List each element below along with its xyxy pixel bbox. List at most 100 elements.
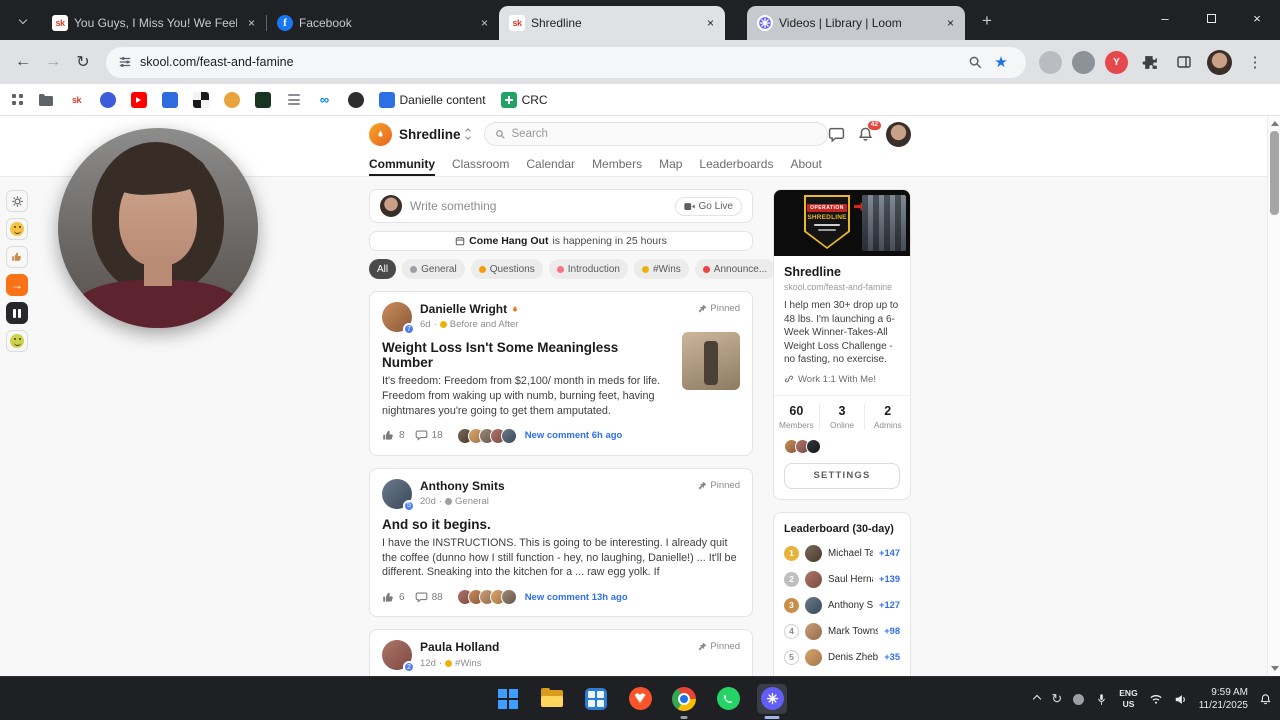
whatsapp-button[interactable] [713,684,743,714]
site-settings-icon[interactable] [118,55,132,69]
community-switcher-icon[interactable] [466,129,470,139]
post-card[interactable]: 7 Danielle Wright 6d·Before and After Pi… [369,291,753,456]
community-url[interactable]: skool.com/feast-and-famine [784,282,900,292]
leaderboard-row[interactable]: 5 Denis Zhebrit... +35 [784,649,900,666]
reload-button[interactable]: ↻ [68,47,98,77]
loom-forward-button[interactable]: → [6,274,28,296]
loom-button[interactable] [757,684,787,714]
post-card[interactable]: 5 Anthony Smits 20d·General Pinned And s… [369,468,753,618]
post-author-name[interactable]: Danielle Wright [420,302,507,316]
like-icon[interactable] [382,429,395,442]
language-indicator[interactable]: ENGUS [1119,688,1137,709]
loom-webcam-bubble[interactable] [58,128,258,328]
speaker-icon[interactable] [1174,693,1188,706]
like-icon[interactable] [382,591,395,604]
address-bar[interactable]: skool.com/feast-and-famine ★ [106,47,1026,78]
bookmark-danielle-content[interactable]: Danielle content [379,92,486,108]
extension-icon-2[interactable] [1072,51,1095,74]
bookmark-favicon-docs[interactable] [162,92,178,108]
post-author-avatar[interactable]: 7 [382,302,412,332]
bookmark-favicon-blue[interactable] [100,92,116,108]
filter-questions[interactable]: Questions [471,259,543,279]
loom-emoji-grin-button[interactable] [6,330,28,352]
user-avatar[interactable] [886,122,911,147]
leaderboard-row[interactable]: 3 Anthony Smits +127 [784,597,900,614]
pinned-app-blue-button[interactable] [581,684,611,714]
bookmark-favicon-checker[interactable] [193,92,209,108]
chat-icon[interactable] [828,126,845,143]
nav-calendar[interactable]: Calendar [526,152,575,176]
tab-facebook[interactable]: f Facebook × [267,6,499,40]
filter-announcements[interactable]: Announce... [695,259,775,279]
nav-community[interactable]: Community [369,152,435,176]
community-title[interactable]: Shredline [784,265,900,279]
close-tab-icon[interactable]: × [243,15,260,32]
bookmark-favicon-list[interactable] [286,92,302,108]
stat-online[interactable]: 3Online [819,404,865,430]
minimize-button[interactable]: – [1142,0,1188,36]
browser-menu-icon[interactable]: ⋮ [1241,48,1269,76]
loom-thumbs-up-button[interactable] [6,246,28,268]
new-tab-button[interactable]: + [973,7,1001,35]
stat-admins[interactable]: 2Admins [864,404,910,430]
event-banner[interactable]: Come Hang Out is happening in 25 hours [369,231,753,251]
post-author-avatar[interactable]: 5 [382,479,412,509]
loom-settings-button[interactable] [6,190,28,212]
tab-search-button[interactable] [8,5,38,35]
notifications-bell-icon[interactable]: 42 [857,126,874,143]
filter-all[interactable]: All [369,259,396,279]
extension-icon-1[interactable] [1039,51,1062,74]
bookmark-favicon-meta[interactable]: ∞ [317,92,333,108]
browser-profile-avatar[interactable] [1207,50,1232,75]
go-live-button[interactable]: Go Live [675,197,742,216]
loom-emoji-smile-button[interactable] [6,218,28,240]
stat-members[interactable]: 60Members [774,404,819,430]
tab-skool-video[interactable]: sk You Guys, I Miss You! We Feel S × [42,6,266,40]
bookmark-crc[interactable]: CRC [501,92,548,108]
settings-button[interactable]: SETTINGS [784,463,900,489]
taskbar-clock[interactable]: 9:59 AM11/21/2025 [1199,686,1248,712]
post-author-avatar[interactable]: 2 [382,640,412,670]
close-window-button[interactable]: × [1234,0,1280,36]
nav-members[interactable]: Members [592,152,642,176]
bookmark-favicon-youtube[interactable] [131,92,147,108]
close-tab-icon[interactable]: × [702,15,719,32]
microphone-tray-icon[interactable] [1095,693,1108,706]
post-activity[interactable]: New comment 6h ago [525,430,623,441]
close-tab-icon[interactable]: × [476,15,493,32]
nav-map[interactable]: Map [659,152,682,176]
start-button[interactable] [493,684,523,714]
post-title[interactable]: Weight Loss Isn't Some Meaningless Numbe… [382,340,668,370]
community-search-input[interactable]: Search [484,122,828,146]
close-tab-icon[interactable]: × [942,15,959,32]
comment-icon[interactable] [415,429,428,442]
leaderboard-row[interactable]: 4 Mark Townsend +98 [784,623,900,640]
page-scrollbar[interactable] [1267,116,1280,676]
post-card[interactable]: 2 Paula Holland 12d·#Wins Pinned Whee! B… [369,629,753,676]
nav-classroom[interactable]: Classroom [452,152,509,176]
file-explorer-button[interactable] [537,684,567,714]
scroll-up-arrow[interactable] [1271,121,1279,126]
side-panel-icon[interactable] [1170,48,1198,76]
post-category[interactable]: #Wins [455,658,481,669]
tray-overflow-chevron[interactable] [1034,696,1040,702]
nav-about[interactable]: About [790,152,821,176]
loom-pause-button[interactable] [6,302,28,324]
post-composer[interactable]: Write something Go Live [369,189,753,223]
bookmark-favicon-dark[interactable] [348,92,364,108]
post-title[interactable]: And so it begins. [382,517,740,532]
tray-circle-icon[interactable] [1073,694,1084,705]
extensions-puzzle-icon[interactable] [1136,48,1164,76]
nav-leaderboards[interactable]: Leaderboards [699,152,773,176]
leaderboard-row[interactable]: 1 Michael Tam +147 [784,545,900,562]
wifi-icon[interactable] [1149,693,1163,705]
bookmark-favicon-amber[interactable] [224,92,240,108]
maximize-button[interactable] [1188,0,1234,36]
filter-wins[interactable]: #Wins [634,259,689,279]
bookmark-favicon-darkgreen[interactable] [255,92,271,108]
chrome-button[interactable] [669,684,699,714]
tab-loom-library[interactable]: Videos | Library | Loom × [747,6,965,40]
post-thumbnail[interactable] [682,332,740,390]
community-banner[interactable]: OPERATION SHREDLINE [774,190,910,256]
filter-introduction[interactable]: Introduction [549,259,628,279]
